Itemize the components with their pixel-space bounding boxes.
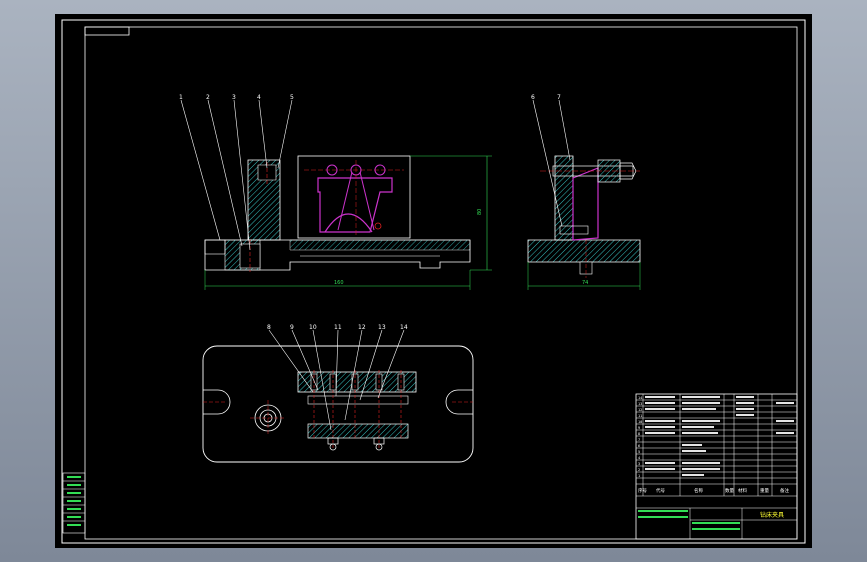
- balloon-8: 8: [267, 324, 271, 331]
- balloon-10: 10: [309, 324, 317, 331]
- header-no: 序号: [638, 487, 647, 494]
- cad-viewport[interactable]: 80 160 1 2 3 4 5 74 6 7 8 9 10 11 12 13 …: [0, 0, 867, 562]
- balloon-6: 6: [531, 94, 535, 101]
- row-3: 3: [638, 462, 640, 466]
- row-1: 1: [638, 474, 640, 478]
- header-material: 材料: [738, 487, 747, 494]
- balloon-9: 9: [290, 324, 294, 331]
- balloon-1: 1: [179, 94, 183, 101]
- row-4: 4: [638, 456, 640, 460]
- balloon-12: 12: [358, 324, 366, 331]
- header-name: 名称: [694, 487, 703, 494]
- row-7: 7: [638, 438, 640, 442]
- balloon-2: 2: [206, 94, 210, 101]
- header-code: 代号: [656, 487, 665, 494]
- dim-width-side: 74: [582, 280, 588, 286]
- row-12: 12: [638, 408, 642, 412]
- dim-width-front: 160: [334, 280, 344, 286]
- row-10: 10: [638, 420, 642, 424]
- row-8: 8: [638, 432, 640, 436]
- balloon-14: 14: [400, 324, 408, 331]
- row-6: 6: [638, 444, 640, 448]
- balloon-7: 7: [557, 94, 561, 101]
- balloon-5: 5: [290, 94, 294, 101]
- balloon-3: 3: [232, 94, 236, 101]
- row-2: 2: [638, 468, 640, 472]
- dim-height: 80: [477, 209, 483, 215]
- balloon-13: 13: [378, 324, 386, 331]
- row-14: 14: [638, 396, 642, 400]
- row-11: 11: [638, 414, 642, 418]
- drawing-name: 钻床夹具: [760, 511, 784, 519]
- row-9: 9: [638, 426, 640, 430]
- row-5: 5: [638, 450, 640, 454]
- balloon-11: 11: [334, 324, 342, 331]
- row-13: 13: [638, 402, 642, 406]
- header-qty: 数量: [725, 487, 734, 494]
- drawing-canvas: 80 160 1 2 3 4 5 74 6 7 8 9 10 11 12 13 …: [0, 0, 867, 562]
- drawing-sheet: [55, 14, 812, 548]
- header-weight: 重量: [760, 487, 769, 494]
- balloon-4: 4: [257, 94, 261, 101]
- header-note: 备注: [780, 487, 789, 494]
